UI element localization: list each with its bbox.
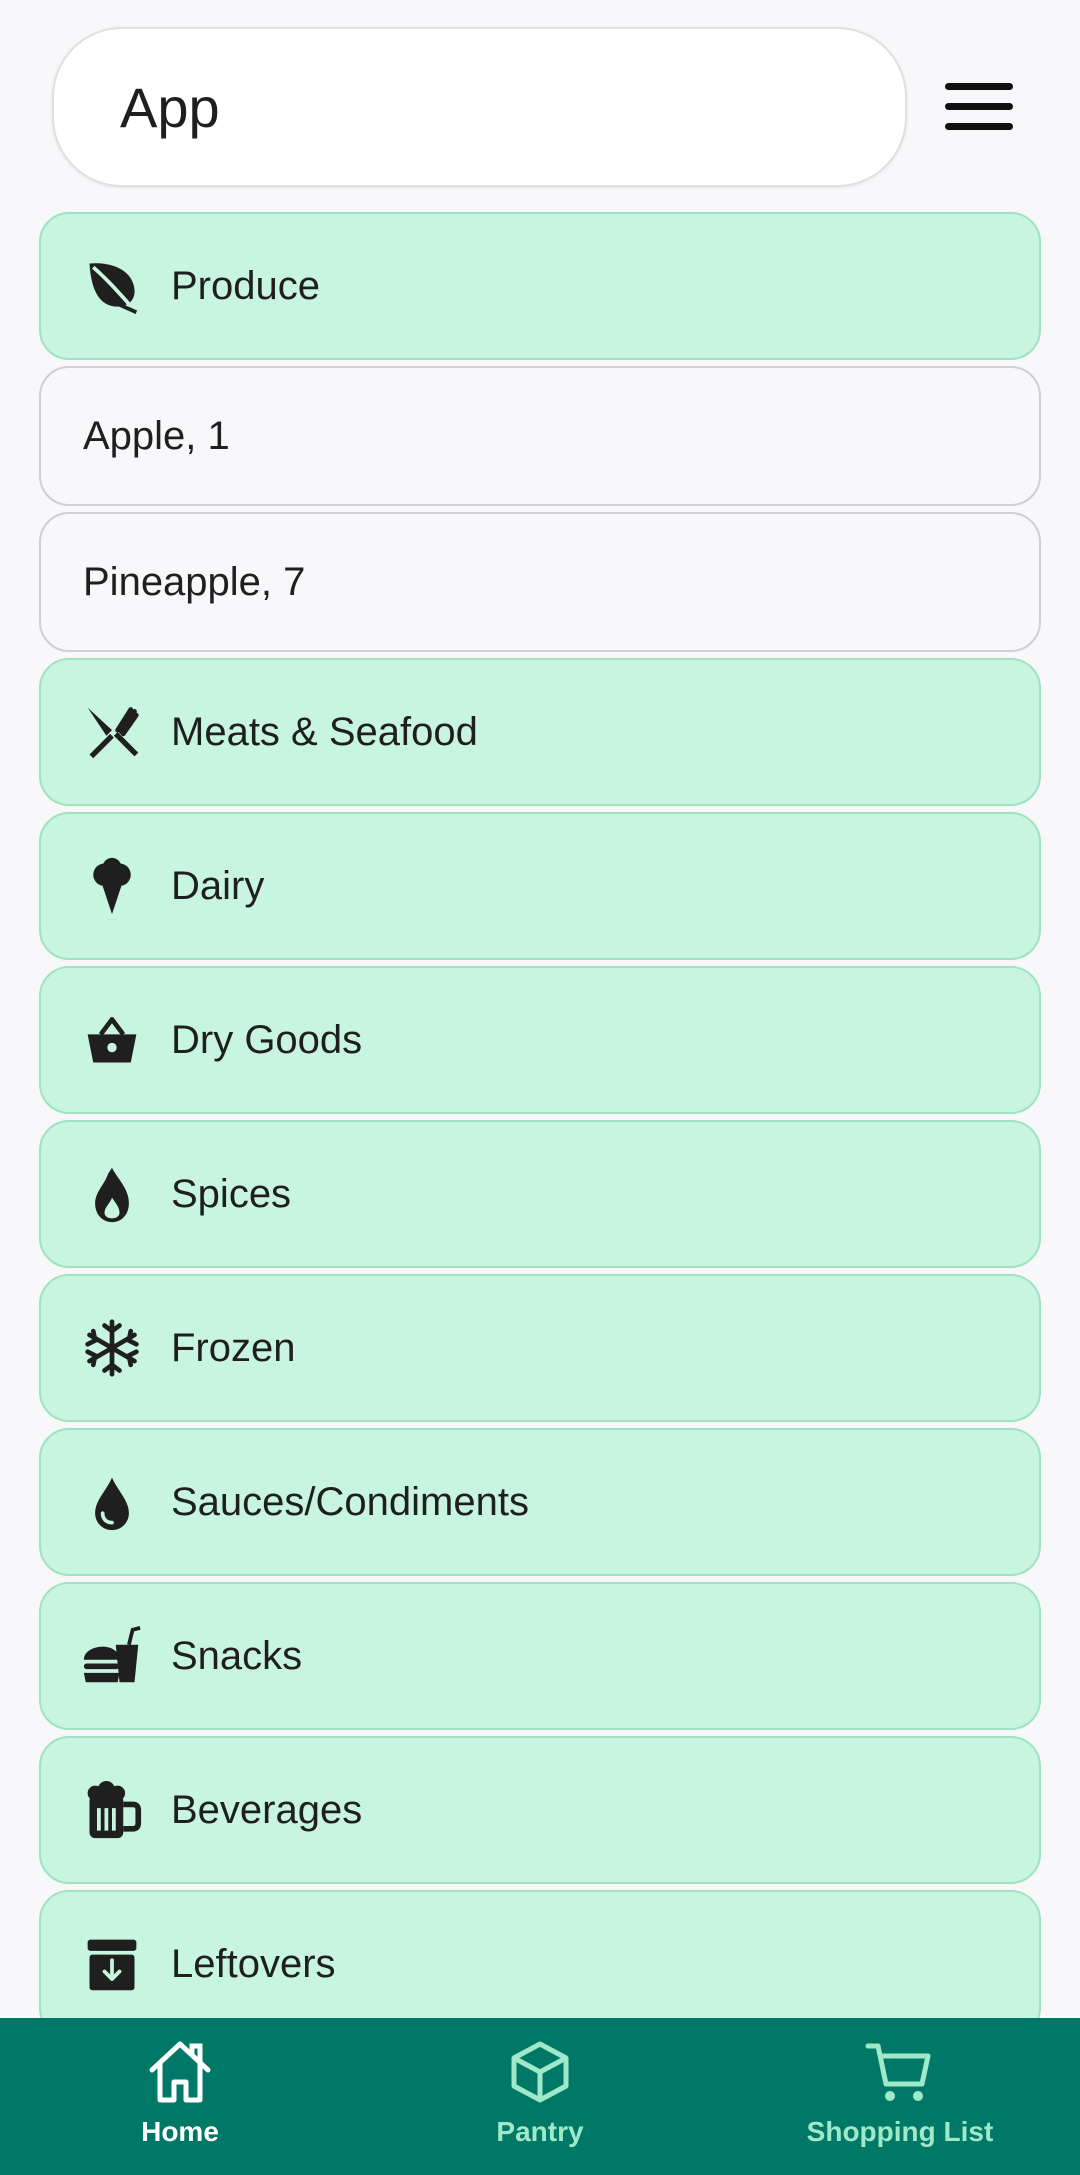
list-item[interactable]: Apple, 1 xyxy=(39,366,1041,506)
shopping-cart-icon xyxy=(865,2043,931,2101)
nav-home[interactable]: Home xyxy=(0,2018,360,2175)
category-meats-seafood[interactable]: Meats & Seafood xyxy=(39,658,1041,806)
snowflake-icon xyxy=(81,1317,143,1379)
category-label: Beverages xyxy=(171,1787,363,1832)
category-dairy[interactable]: Dairy xyxy=(39,812,1041,960)
app-title: App xyxy=(120,75,220,139)
leaf-icon xyxy=(81,255,143,317)
category-label: Meats & Seafood xyxy=(171,709,478,754)
nav-home-label: Home xyxy=(141,2116,219,2147)
category-label: Dry Goods xyxy=(171,1017,363,1062)
nav-pantry-label: Pantry xyxy=(496,2116,584,2147)
nav-pantry[interactable]: Pantry xyxy=(360,2018,720,2175)
fire-icon xyxy=(81,1163,143,1225)
category-label: Frozen xyxy=(171,1325,296,1370)
category-dry-goods[interactable]: Dry Goods xyxy=(39,966,1041,1114)
box-icon xyxy=(511,2041,569,2103)
category-frozen[interactable]: Frozen xyxy=(39,1274,1041,1422)
hamburger-menu-icon xyxy=(945,83,1013,130)
category-leftovers[interactable]: Leftovers xyxy=(39,1890,1041,2038)
category-produce[interactable]: Produce xyxy=(39,212,1041,360)
category-spices[interactable]: Spices xyxy=(39,1120,1041,1268)
nav-shopping-list[interactable]: Shopping List xyxy=(720,2018,1080,2175)
app-bar: App xyxy=(0,0,1080,200)
nav-shopping-list-label: Shopping List xyxy=(806,2116,994,2147)
list-item[interactable]: Pineapple, 7 xyxy=(39,512,1041,652)
category-sauces-condiments[interactable]: Sauces/Condiments xyxy=(39,1428,1041,1576)
ice-cream-icon xyxy=(81,855,143,917)
beer-mug-icon xyxy=(81,1779,143,1841)
app-title-box: App xyxy=(52,27,907,187)
bottom-navigation: Home Pantry Shopping List xyxy=(0,2018,1080,2175)
category-label: Snacks xyxy=(171,1633,303,1678)
category-snacks[interactable]: Snacks xyxy=(39,1582,1041,1730)
category-label: Dairy xyxy=(171,863,265,908)
basket-icon xyxy=(81,1009,143,1071)
category-list: Produce Apple, 1 Pineapple, 7 Meats & Se… xyxy=(39,212,1041,2044)
category-label: Sauces/Condiments xyxy=(171,1479,529,1524)
home-icon xyxy=(149,2041,211,2103)
category-label: Spices xyxy=(171,1171,292,1216)
burger-soda-icon xyxy=(81,1625,143,1687)
archive-box-icon xyxy=(81,1933,143,1995)
category-label: Leftovers xyxy=(171,1941,336,1986)
droplet-icon xyxy=(81,1471,143,1533)
item-label: Apple, 1 xyxy=(83,413,230,458)
category-beverages[interactable]: Beverages xyxy=(39,1736,1041,1884)
menu-button[interactable] xyxy=(936,72,1022,142)
item-label: Pineapple, 7 xyxy=(83,559,306,604)
utensils-icon xyxy=(81,701,143,763)
category-label: Produce xyxy=(171,263,320,308)
